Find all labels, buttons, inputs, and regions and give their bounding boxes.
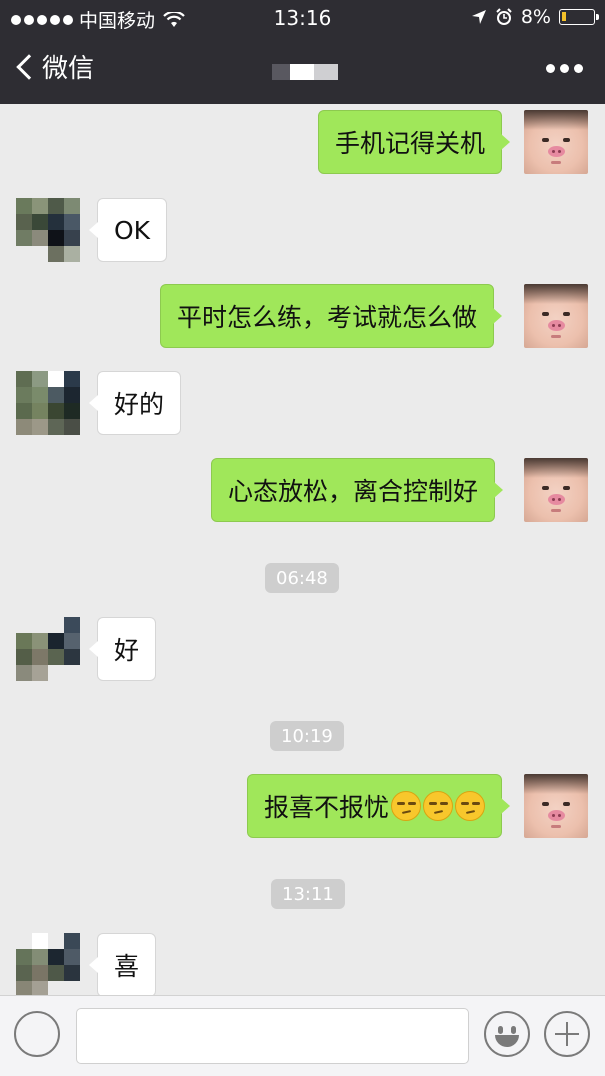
contact-avatar[interactable]	[16, 617, 80, 681]
timestamp-badge: 06:48	[265, 563, 339, 593]
my-avatar[interactable]	[524, 284, 588, 348]
message-bubble-outgoing[interactable]: 心态放松，离合控制好	[211, 458, 504, 522]
plus-icon[interactable]	[544, 1011, 590, 1057]
voice-icon[interactable]	[14, 1011, 60, 1057]
message-bubble-incoming[interactable]: OK	[88, 198, 168, 262]
message-bubble-incoming[interactable]: 好	[88, 617, 157, 681]
more-options-button[interactable]	[546, 64, 583, 73]
message-bubble-outgoing[interactable]: 报喜不报忧	[247, 774, 511, 838]
message-bubble-incoming[interactable]: 喜	[88, 933, 157, 997]
top-bar: 中国移动 13:16 8% 微信	[0, 0, 605, 104]
contact-avatar[interactable]	[16, 371, 80, 435]
my-avatar[interactable]	[524, 774, 588, 838]
nav-bar: 微信	[0, 34, 605, 104]
back-label: 微信	[42, 54, 95, 84]
input-bar	[0, 995, 605, 1076]
battery-icon	[559, 9, 599, 25]
alarm-icon	[496, 8, 512, 25]
back-button[interactable]: 微信	[14, 48, 94, 85]
status-bar: 中国移动 13:16 8%	[0, 0, 605, 34]
timestamp-badge: 13:11	[271, 879, 345, 909]
smirk-face-icon	[423, 791, 454, 821]
contact-name-blurred	[272, 64, 338, 80]
contact-avatar[interactable]	[16, 198, 80, 262]
smirk-face-icon	[391, 791, 422, 821]
emoji-icon[interactable]	[484, 1011, 530, 1057]
my-avatar[interactable]	[524, 458, 588, 522]
message-text: 报喜不报忧	[264, 793, 390, 822]
chevron-left-icon	[16, 53, 42, 80]
my-avatar[interactable]	[524, 110, 588, 174]
location-arrow-icon	[471, 10, 486, 24]
message-input[interactable]	[76, 1008, 469, 1064]
message-bubble-incoming[interactable]: 好的	[88, 371, 182, 435]
status-right: 8%	[471, 6, 599, 28]
message-bubble-outgoing[interactable]: 手机记得关机	[318, 110, 511, 174]
smirk-face-icon	[455, 791, 486, 821]
timestamp-badge: 10:19	[270, 721, 344, 751]
battery-percent: 8%	[520, 6, 551, 28]
contact-avatar[interactable]	[16, 933, 80, 997]
message-bubble-outgoing[interactable]: 平时怎么练，考试就怎么做	[160, 284, 503, 348]
